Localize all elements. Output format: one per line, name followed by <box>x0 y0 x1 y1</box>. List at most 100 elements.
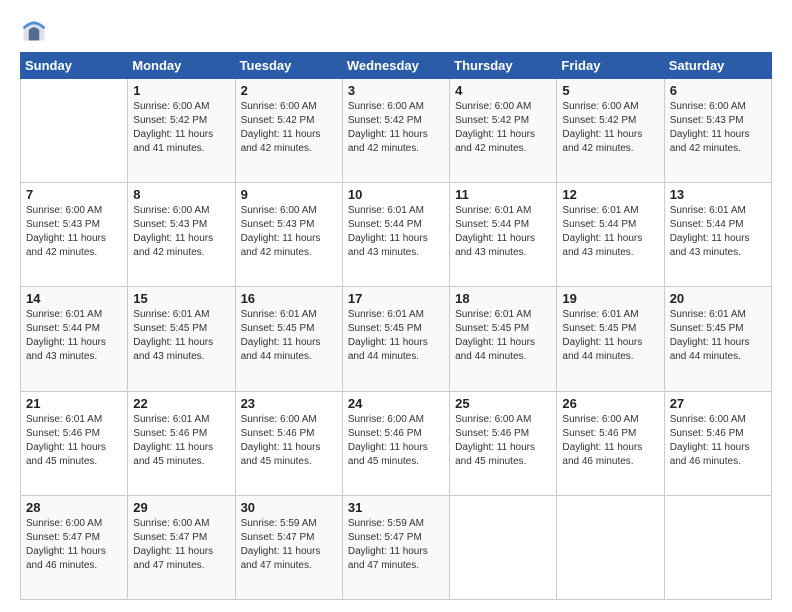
day-info: Sunrise: 5:59 AM Sunset: 5:47 PM Dayligh… <box>348 517 444 573</box>
header-row: SundayMondayTuesdayWednesdayThursdayFrid… <box>21 53 772 79</box>
calendar-table: SundayMondayTuesdayWednesdayThursdayFrid… <box>20 52 772 600</box>
calendar-cell: 1 Sunrise: 6:00 AM Sunset: 5:42 PM Daylig… <box>128 79 235 183</box>
day-number: 18 <box>455 291 551 306</box>
day-number: 1 <box>133 83 229 98</box>
day-number: 4 <box>455 83 551 98</box>
day-info: Sunrise: 6:01 AM Sunset: 5:45 PM Dayligh… <box>133 308 229 364</box>
day-info: Sunrise: 6:01 AM Sunset: 5:44 PM Dayligh… <box>562 204 658 260</box>
day-info: Sunrise: 6:00 AM Sunset: 5:43 PM Dayligh… <box>133 204 229 260</box>
day-info: Sunrise: 6:00 AM Sunset: 5:43 PM Dayligh… <box>241 204 337 260</box>
day-info: Sunrise: 6:01 AM Sunset: 5:45 PM Dayligh… <box>241 308 337 364</box>
calendar-cell <box>557 495 664 599</box>
day-number: 9 <box>241 187 337 202</box>
day-number: 24 <box>348 396 444 411</box>
calendar-cell: 23 Sunrise: 6:00 AM Sunset: 5:46 PM Dayli… <box>235 391 342 495</box>
calendar-cell: 8 Sunrise: 6:00 AM Sunset: 5:43 PM Daylig… <box>128 183 235 287</box>
day-number: 23 <box>241 396 337 411</box>
calendar-cell: 16 Sunrise: 6:01 AM Sunset: 5:45 PM Dayli… <box>235 287 342 391</box>
calendar-cell: 2Sunrise: 6:00 AM Sunset: 5:42 PM Daylig… <box>235 79 342 183</box>
day-info: Sunrise: 6:00 AM Sunset: 5:46 PM Dayligh… <box>455 413 551 469</box>
calendar-body: 1 Sunrise: 6:00 AM Sunset: 5:42 PM Daylig… <box>21 79 772 600</box>
calendar-cell: 25 Sunrise: 6:00 AM Sunset: 5:46 PM Dayli… <box>450 391 557 495</box>
day-number: 19 <box>562 291 658 306</box>
calendar-cell: 6Sunrise: 6:00 AM Sunset: 5:43 PM Daylig… <box>664 79 771 183</box>
day-number: 30 <box>241 500 337 515</box>
day-info: Sunrise: 6:01 AM Sunset: 5:45 PM Dayligh… <box>670 308 766 364</box>
header-day: Wednesday <box>342 53 449 79</box>
calendar-cell: 28Sunrise: 6:00 AM Sunset: 5:47 PM Dayli… <box>21 495 128 599</box>
day-number: 10 <box>348 187 444 202</box>
calendar-cell <box>450 495 557 599</box>
day-number: 21 <box>26 396 122 411</box>
calendar-header: SundayMondayTuesdayWednesdayThursdayFrid… <box>21 53 772 79</box>
calendar-cell: 7 Sunrise: 6:00 AM Sunset: 5:43 PM Daylig… <box>21 183 128 287</box>
calendar-cell: 15Sunrise: 6:01 AM Sunset: 5:45 PM Dayli… <box>128 287 235 391</box>
header-day: Thursday <box>450 53 557 79</box>
calendar-cell: 31 Sunrise: 5:59 AM Sunset: 5:47 PM Dayli… <box>342 495 449 599</box>
calendar-cell: 24Sunrise: 6:00 AM Sunset: 5:46 PM Dayli… <box>342 391 449 495</box>
day-number: 27 <box>670 396 766 411</box>
day-number: 17 <box>348 291 444 306</box>
day-info: Sunrise: 6:01 AM Sunset: 5:44 PM Dayligh… <box>455 204 551 260</box>
day-number: 22 <box>133 396 229 411</box>
calendar-cell: 11 Sunrise: 6:01 AM Sunset: 5:44 PM Dayli… <box>450 183 557 287</box>
day-info: Sunrise: 6:00 AM Sunset: 5:42 PM Dayligh… <box>455 100 551 156</box>
calendar-cell: 9 Sunrise: 6:00 AM Sunset: 5:43 PM Daylig… <box>235 183 342 287</box>
calendar-week-row: 1 Sunrise: 6:00 AM Sunset: 5:42 PM Daylig… <box>21 79 772 183</box>
day-info: Sunrise: 6:01 AM Sunset: 5:44 PM Dayligh… <box>348 204 444 260</box>
day-number: 20 <box>670 291 766 306</box>
calendar-cell: 22Sunrise: 6:01 AM Sunset: 5:46 PM Dayli… <box>128 391 235 495</box>
calendar-cell: 21 Sunrise: 6:01 AM Sunset: 5:46 PM Dayli… <box>21 391 128 495</box>
calendar-cell: 12 Sunrise: 6:01 AM Sunset: 5:44 PM Dayli… <box>557 183 664 287</box>
day-info: Sunrise: 6:00 AM Sunset: 5:46 PM Dayligh… <box>241 413 337 469</box>
day-number: 16 <box>241 291 337 306</box>
day-info: Sunrise: 6:00 AM Sunset: 5:42 PM Dayligh… <box>241 100 337 156</box>
day-info: Sunrise: 6:00 AM Sunset: 5:43 PM Dayligh… <box>26 204 122 260</box>
day-number: 14 <box>26 291 122 306</box>
day-info: Sunrise: 6:00 AM Sunset: 5:47 PM Dayligh… <box>133 517 229 573</box>
calendar-cell: 5 Sunrise: 6:00 AM Sunset: 5:42 PM Daylig… <box>557 79 664 183</box>
day-number: 7 <box>26 187 122 202</box>
day-number: 28 <box>26 500 122 515</box>
header-day: Friday <box>557 53 664 79</box>
calendar-cell: 19 Sunrise: 6:01 AM Sunset: 5:45 PM Dayli… <box>557 287 664 391</box>
logo-icon <box>20 16 48 44</box>
day-number: 31 <box>348 500 444 515</box>
calendar-cell: 30 Sunrise: 5:59 AM Sunset: 5:47 PM Dayli… <box>235 495 342 599</box>
day-number: 3 <box>348 83 444 98</box>
day-number: 5 <box>562 83 658 98</box>
day-info: Sunrise: 6:01 AM Sunset: 5:44 PM Dayligh… <box>670 204 766 260</box>
day-info: Sunrise: 6:00 AM Sunset: 5:42 PM Dayligh… <box>348 100 444 156</box>
day-number: 8 <box>133 187 229 202</box>
day-info: Sunrise: 6:01 AM Sunset: 5:45 PM Dayligh… <box>562 308 658 364</box>
header-day: Monday <box>128 53 235 79</box>
calendar-cell: 10 Sunrise: 6:01 AM Sunset: 5:44 PM Dayli… <box>342 183 449 287</box>
day-info: Sunrise: 6:01 AM Sunset: 5:46 PM Dayligh… <box>26 413 122 469</box>
calendar-cell: 26Sunrise: 6:00 AM Sunset: 5:46 PM Dayli… <box>557 391 664 495</box>
calendar-cell: 4 Sunrise: 6:00 AM Sunset: 5:42 PM Daylig… <box>450 79 557 183</box>
day-number: 11 <box>455 187 551 202</box>
logo <box>20 16 52 44</box>
day-number: 13 <box>670 187 766 202</box>
calendar-cell: 18 Sunrise: 6:01 AM Sunset: 5:45 PM Dayli… <box>450 287 557 391</box>
day-info: Sunrise: 6:01 AM Sunset: 5:45 PM Dayligh… <box>455 308 551 364</box>
calendar-cell <box>21 79 128 183</box>
calendar-cell: 20 Sunrise: 6:01 AM Sunset: 5:45 PM Dayli… <box>664 287 771 391</box>
calendar-week-row: 7 Sunrise: 6:00 AM Sunset: 5:43 PM Daylig… <box>21 183 772 287</box>
day-info: Sunrise: 6:00 AM Sunset: 5:42 PM Dayligh… <box>562 100 658 156</box>
day-info: Sunrise: 6:00 AM Sunset: 5:42 PM Dayligh… <box>133 100 229 156</box>
day-number: 25 <box>455 396 551 411</box>
day-number: 12 <box>562 187 658 202</box>
day-number: 6 <box>670 83 766 98</box>
day-number: 26 <box>562 396 658 411</box>
day-info: Sunrise: 6:00 AM Sunset: 5:46 PM Dayligh… <box>670 413 766 469</box>
calendar-cell: 3 Sunrise: 6:00 AM Sunset: 5:42 PM Daylig… <box>342 79 449 183</box>
page: SundayMondayTuesdayWednesdayThursdayFrid… <box>0 0 792 612</box>
calendar-cell: 13 Sunrise: 6:01 AM Sunset: 5:44 PM Dayli… <box>664 183 771 287</box>
header-day: Tuesday <box>235 53 342 79</box>
day-info: Sunrise: 5:59 AM Sunset: 5:47 PM Dayligh… <box>241 517 337 573</box>
header-day: Sunday <box>21 53 128 79</box>
calendar-cell: 29Sunrise: 6:00 AM Sunset: 5:47 PM Dayli… <box>128 495 235 599</box>
calendar-cell <box>664 495 771 599</box>
calendar-week-row: 14Sunrise: 6:01 AM Sunset: 5:44 PM Dayli… <box>21 287 772 391</box>
